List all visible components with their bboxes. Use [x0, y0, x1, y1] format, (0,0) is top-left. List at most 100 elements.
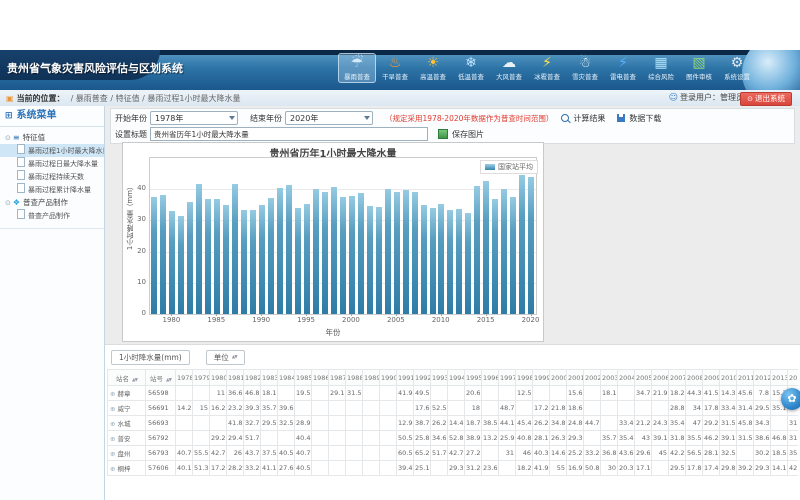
- tree-item[interactable]: 暴雨过程1小时最大降水量: [0, 144, 104, 157]
- column-header-year[interactable]: 1981: [227, 370, 244, 386]
- nav-item-snow[interactable]: ☃雪灾普查: [566, 53, 604, 83]
- column-header-year[interactable]: 2008: [686, 370, 703, 386]
- value-cell: [363, 401, 380, 416]
- expand-icon[interactable]: ⊙: [5, 199, 11, 207]
- tree-group-0[interactable]: ⊙≡特征值: [0, 131, 104, 144]
- column-header-year[interactable]: 2001: [567, 370, 584, 386]
- value-type-chip[interactable]: 1小时降水量(mm): [111, 350, 190, 365]
- nav-item-drought[interactable]: ♨干旱普查: [376, 53, 414, 83]
- expand-row-icon[interactable]: ⊕: [110, 420, 115, 428]
- station-name-cell[interactable]: ⊕水城: [108, 416, 146, 431]
- column-header-year[interactable]: 1987: [329, 370, 346, 386]
- column-header-year[interactable]: 2002: [584, 370, 601, 386]
- tree-item[interactable]: 暴雨过程累计降水量: [0, 183, 104, 196]
- nav-item-wind[interactable]: ☁大风普查: [490, 53, 528, 83]
- station-name-cell[interactable]: ⊕威宁: [108, 401, 146, 416]
- station-name-cell[interactable]: ⊕赫章: [108, 386, 146, 401]
- table-row[interactable]: ⊕水城5669341.832.729.532.528.912.938.726.2…: [108, 416, 799, 431]
- save-image-button[interactable]: 保存图片: [438, 129, 484, 140]
- column-header-year[interactable]: 2005: [635, 370, 652, 386]
- nav-item-map-review[interactable]: ▧图件审核: [680, 53, 718, 83]
- column-header-year[interactable]: 1999: [533, 370, 550, 386]
- tree-item[interactable]: 普查产品制作: [0, 209, 104, 222]
- calc-result-button[interactable]: 计算结果: [561, 113, 605, 124]
- table-row[interactable]: ⊕威宁5669114.21516.223.239.335.739.617.652…: [108, 401, 799, 416]
- table-row[interactable]: ⊕桐梓5760640.151.317.228.233.241.127.640.5…: [108, 461, 799, 476]
- column-header-year[interactable]: 1993: [431, 370, 448, 386]
- column-header-year[interactable]: 2014: [788, 370, 799, 386]
- start-year-select[interactable]: 1978年: [150, 111, 238, 125]
- value-cell: 31.9: [788, 416, 799, 431]
- column-header-year[interactable]: 1998: [516, 370, 533, 386]
- table-header-row: 站名▲▼站号▲▼19781979198019811982198319841985…: [108, 370, 799, 386]
- column-header-year[interactable]: 2012: [754, 370, 771, 386]
- column-header[interactable]: 站名▲▼: [108, 370, 146, 386]
- tree-group-1[interactable]: ⊙❖普查产品制作: [0, 196, 104, 209]
- column-header[interactable]: 站号▲▼: [146, 370, 176, 386]
- tree-item[interactable]: 暴雨过程日最大降水量: [0, 157, 104, 170]
- value-cell: [380, 461, 397, 476]
- value-cell: 28.8: [669, 401, 686, 416]
- column-header-year[interactable]: 2009: [703, 370, 720, 386]
- station-name-cell[interactable]: ⊕桐梓: [108, 461, 146, 476]
- column-header-year[interactable]: 1985: [295, 370, 312, 386]
- column-header-year[interactable]: 1997: [499, 370, 516, 386]
- column-header-year[interactable]: 1988: [346, 370, 363, 386]
- table-filters: 1小时降水量(mm) 单位▲▼: [111, 350, 261, 365]
- end-year-label: 结束年份: [250, 113, 282, 124]
- column-header-year[interactable]: 1992: [414, 370, 431, 386]
- column-header-year[interactable]: 1979: [193, 370, 210, 386]
- nav-item-rainstorm[interactable]: ☔暴雨普查: [338, 53, 376, 83]
- column-header-year[interactable]: 2003: [601, 370, 618, 386]
- expand-row-icon[interactable]: ⊕: [110, 450, 115, 458]
- value-cell: [380, 416, 397, 431]
- column-header-year[interactable]: 2010: [720, 370, 737, 386]
- table-row[interactable]: ⊕盘州5679340.755.542.72643.737.540.540.760…: [108, 446, 799, 461]
- column-header-year[interactable]: 2013: [771, 370, 788, 386]
- column-header-year[interactable]: 1989: [363, 370, 380, 386]
- column-header-year[interactable]: 1986: [312, 370, 329, 386]
- tree-item[interactable]: 暴雨过程持续天数: [0, 170, 104, 183]
- expand-row-icon[interactable]: ⊕: [110, 390, 115, 398]
- column-header-year[interactable]: 1984: [278, 370, 295, 386]
- end-year-select[interactable]: 2020年: [285, 111, 373, 125]
- chart-legend[interactable]: 国家站平均: [480, 160, 538, 174]
- value-cell: [329, 401, 346, 416]
- column-header-year[interactable]: 2004: [618, 370, 635, 386]
- nav-item-calculator[interactable]: ▦综合风险: [642, 53, 680, 83]
- station-name-cell[interactable]: ⊕普安: [108, 431, 146, 446]
- column-header-year[interactable]: 1996: [482, 370, 499, 386]
- column-header-year[interactable]: 2006: [652, 370, 669, 386]
- nav-item-lightning[interactable]: ⚡雷电普查: [604, 53, 642, 83]
- column-header-year[interactable]: 1978: [176, 370, 193, 386]
- table-row[interactable]: ⊕普安5679229.229.451.740.450.525.834.652.8…: [108, 431, 799, 446]
- floating-widget-button[interactable]: ✿: [781, 388, 800, 410]
- column-header-year[interactable]: 1994: [448, 370, 465, 386]
- nav-item-settings[interactable]: ⚙系统设置: [718, 53, 756, 83]
- table-row[interactable]: ⊕赫章565981136.646.818.119.529.131.541.949…: [108, 386, 799, 401]
- expand-row-icon[interactable]: ⊕: [110, 405, 115, 413]
- column-header-year[interactable]: 2000: [550, 370, 567, 386]
- unit-chip[interactable]: 单位▲▼: [206, 350, 245, 365]
- column-header-year[interactable]: 1995: [465, 370, 482, 386]
- column-header-year[interactable]: 1990: [380, 370, 397, 386]
- column-header-year[interactable]: 1991: [397, 370, 414, 386]
- logout-button[interactable]: ⊙退出系统: [740, 92, 792, 106]
- column-header-year[interactable]: 2007: [669, 370, 686, 386]
- nav-item-hail[interactable]: ⚡冰雹普查: [528, 53, 566, 83]
- column-header-year[interactable]: 2011: [737, 370, 754, 386]
- station-name-cell[interactable]: ⊕盘州: [108, 446, 146, 461]
- nav-item-cold[interactable]: ❄低温普查: [452, 53, 490, 83]
- column-header-year[interactable]: 1982: [244, 370, 261, 386]
- sort-icon[interactable]: ▲▼: [166, 378, 171, 383]
- sort-icon[interactable]: ▲▼: [132, 378, 137, 383]
- data-download-button[interactable]: 数据下载: [617, 113, 661, 124]
- expand-row-icon[interactable]: ⊕: [110, 465, 115, 473]
- expand-row-icon[interactable]: ⊕: [110, 435, 115, 443]
- nav-item-heat[interactable]: ☀高温普查: [414, 53, 452, 83]
- expand-icon[interactable]: ⊙: [5, 134, 11, 142]
- column-header-year[interactable]: 1980: [210, 370, 227, 386]
- bar-2012: [456, 209, 462, 315]
- column-header-year[interactable]: 1983: [261, 370, 278, 386]
- chart-title-input[interactable]: [150, 127, 428, 141]
